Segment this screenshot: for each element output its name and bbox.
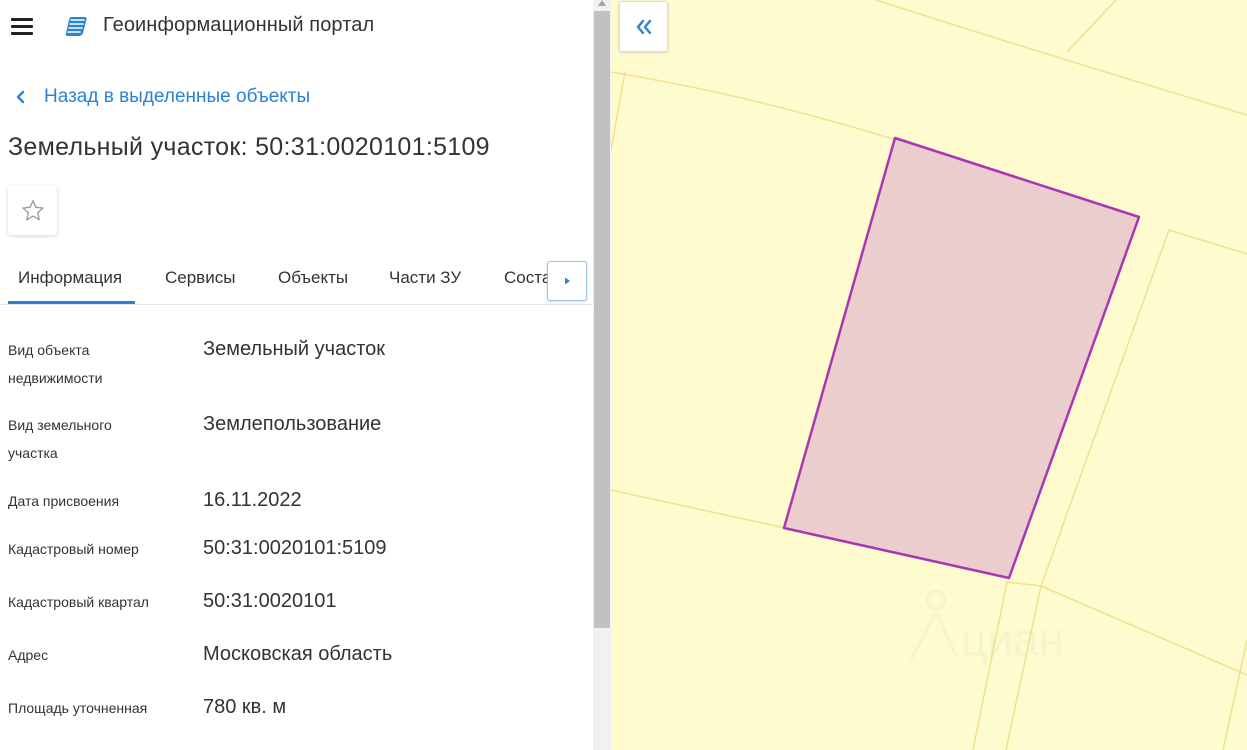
scroll-up-arrow-icon[interactable] <box>598 0 606 6</box>
double-chevron-left-icon <box>636 19 651 34</box>
chevron-left-icon <box>16 90 25 104</box>
neighbor-boundary-line <box>611 489 786 529</box>
map-view[interactable]: циан <box>611 0 1247 750</box>
cadastral-map[interactable]: циан <box>611 0 1247 750</box>
tab-services[interactable]: Сервисы <box>165 268 235 288</box>
property-value: 50:31:0020101 <box>203 590 337 612</box>
property-label: Площадь уточненная <box>8 700 148 716</box>
property-value: 50:31:0020101:5109 <box>203 537 387 559</box>
active-tab-indicator <box>8 301 135 304</box>
tab-objects[interactable]: Объекты <box>278 268 348 288</box>
property-label: Кадастровый номер <box>8 541 139 557</box>
property-label: Вид земельного участка <box>8 417 112 461</box>
caret-right-icon <box>565 277 570 285</box>
tab-parts[interactable]: Части ЗУ <box>389 268 461 288</box>
app-title: Геоинформационный портал <box>103 14 375 36</box>
property-value: Московская область <box>203 643 393 665</box>
geoportal-logo-icon <box>65 17 87 36</box>
property-label: Адрес <box>8 647 49 663</box>
property-label: Вид объекта недвижимости <box>8 342 103 386</box>
collapse-panel-button[interactable] <box>619 1 668 52</box>
back-link-label: Назад в выделенные объекты <box>44 86 311 107</box>
favorite-button[interactable] <box>8 186 57 235</box>
hamburger-menu-icon[interactable] <box>10 16 34 36</box>
property-value: Земельный участок <box>203 338 386 360</box>
neighbor-boundary-line <box>1005 585 1042 750</box>
neighbor-boundary-line <box>1066 0 1117 53</box>
property-value: 780 кв. м <box>203 696 287 718</box>
neighbor-boundary-line <box>875 0 1247 116</box>
neighbor-boundary-line <box>611 71 897 141</box>
star-outline-icon <box>21 199 44 220</box>
tab-information[interactable]: Информация <box>18 268 122 288</box>
property-value: 16.11.2022 <box>203 489 302 511</box>
panel-scrollbar[interactable] <box>593 0 611 750</box>
neighbor-boundary-line <box>1222 639 1247 750</box>
property-label: Дата присвоения <box>8 493 120 509</box>
scrollbar-thumb[interactable] <box>594 11 610 628</box>
object-title: Земельный участок: 50:31:0020101:5109 <box>8 133 490 161</box>
back-to-selected-link[interactable]: Назад в выделенные объекты <box>14 84 310 110</box>
watermark-text: циан <box>961 613 1064 665</box>
watermark: циан <box>909 589 1064 665</box>
tabs-scroll-right-button[interactable] <box>547 261 587 301</box>
info-panel: Геоинформационный портал Назад в выделен… <box>0 0 593 750</box>
neighbor-boundary-line <box>972 581 1008 750</box>
selected-parcel[interactable] <box>782 136 1141 580</box>
property-label: Кадастровый квартал <box>8 594 149 610</box>
header: Геоинформационный портал <box>0 0 593 52</box>
property-value: Землепользование <box>203 413 382 435</box>
neighbor-boundary-line <box>611 71 626 151</box>
neighbor-boundary-line <box>1168 229 1247 255</box>
neighbor-boundary-line <box>1040 585 1247 676</box>
tab-bar: Информация Сервисы Объекты Части ЗУ Сост… <box>0 262 593 305</box>
